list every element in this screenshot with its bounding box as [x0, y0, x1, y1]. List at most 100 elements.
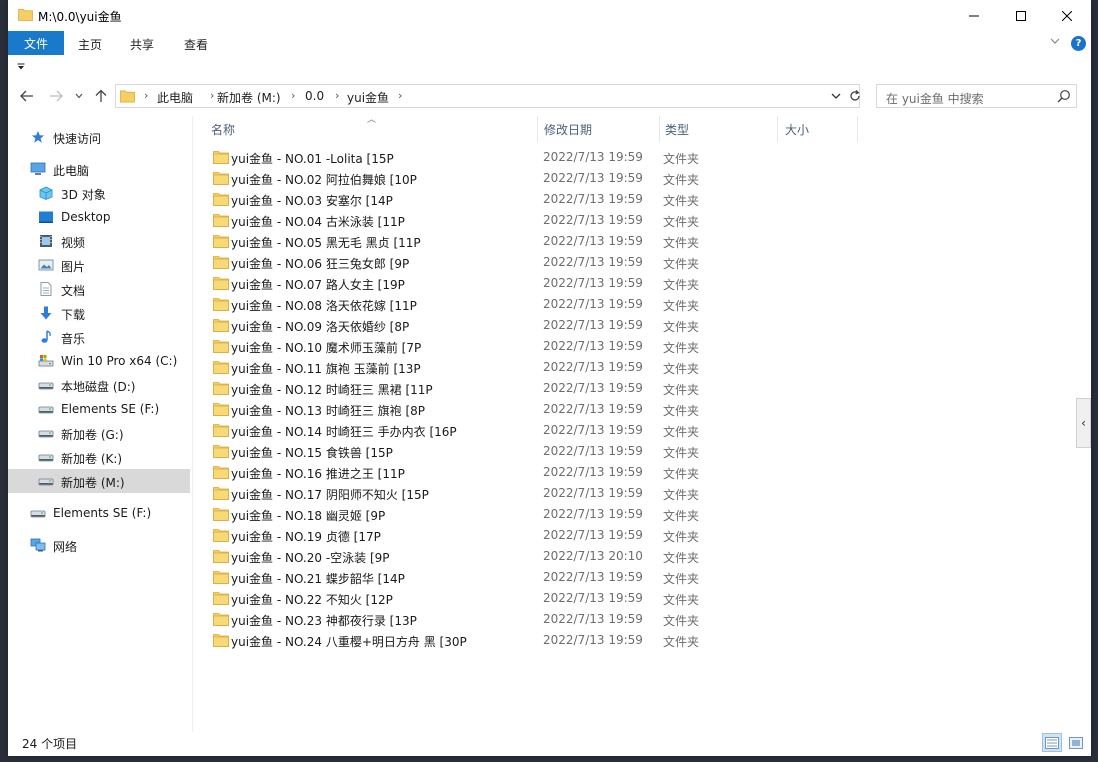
file-row[interactable]: yui金鱼 - NO.11 旗袍 玉藻前 [13P 2022/7/13 19:59…	[193, 357, 1073, 378]
sidebar-item-label: 新加卷 (M:)	[61, 476, 125, 490]
sidebar-item[interactable]: 本地磁盘 (D:)	[8, 373, 190, 397]
file-type: 文件夹	[663, 614, 700, 628]
file-row[interactable]: yui金鱼 - NO.19 贞德 [17P 2022/7/13 19:59 文件夹	[193, 525, 1073, 546]
file-row[interactable]: yui金鱼 - NO.22 不知火 [12P 2022/7/13 19:59 文件夹	[193, 588, 1073, 609]
column-divider[interactable]	[537, 116, 538, 142]
column-headers: ︿ 名称 修改日期 类型 大小	[193, 115, 1073, 142]
refresh-icon[interactable]	[849, 88, 861, 104]
file-name: yui金鱼 - NO.21 蝶步韶华 [14P	[231, 572, 405, 586]
close-button[interactable]	[1044, 0, 1090, 31]
sidebar-item[interactable]: 网络	[8, 533, 190, 557]
sidebar-item[interactable]: 新加卷 (G:)	[8, 421, 190, 445]
column-divider[interactable]	[777, 116, 778, 142]
up-button[interactable]	[93, 88, 109, 104]
file-row[interactable]: yui金鱼 - NO.10 魔术师玉藻前 [7P 2022/7/13 19:59 文…	[193, 336, 1073, 357]
folder-icon	[213, 465, 229, 479]
file-date: 2022/7/13 19:59	[543, 486, 643, 500]
sidebar-item[interactable]: Elements SE (F:)	[8, 501, 190, 525]
quick-access-toolbar-dropdown-icon[interactable]	[17, 63, 25, 71]
sidebar-item[interactable]: 3D 对象	[8, 181, 190, 205]
tab-home[interactable]: 主页	[78, 36, 102, 53]
column-divider[interactable]	[659, 116, 660, 142]
sidebar-item[interactable]: 音乐	[8, 325, 190, 349]
sidebar-item[interactable]: Win 10 Pro x64 (C:)	[8, 349, 190, 373]
sidebar-item[interactable]: 新加卷 (K:)	[8, 445, 190, 469]
file-name: yui金鱼 - NO.15 食铁兽 [15P	[231, 446, 393, 460]
file-row[interactable]: yui金鱼 - NO.16 推进之王 [11P 2022/7/13 19:59 文件…	[193, 462, 1073, 483]
file-row[interactable]: yui金鱼 - NO.13 时崎狂三 旗袍 [8P 2022/7/13 19:59…	[193, 399, 1073, 420]
file-row[interactable]: yui金鱼 - NO.18 幽灵姬 [9P 2022/7/13 19:59 文件夹	[193, 504, 1073, 525]
file-row[interactable]: yui金鱼 - NO.12 时崎狂三 黑裙 [11P 2022/7/13 19:5…	[193, 378, 1073, 399]
chevron-right-icon[interactable]: ›	[210, 89, 214, 102]
chevron-right-icon[interactable]: ›	[291, 89, 295, 102]
sidebar-item[interactable]: 图片	[8, 253, 190, 277]
file-row[interactable]: yui金鱼 - NO.15 食铁兽 [15P 2022/7/13 19:59 文件夹	[193, 441, 1073, 462]
file-row[interactable]: yui金鱼 - NO.04 古米泳装 [11P 2022/7/13 19:59 文件…	[193, 210, 1073, 231]
recent-locations-button[interactable]	[74, 88, 84, 104]
file-row[interactable]: yui金鱼 - NO.14 时崎狂三 手办内衣 [16P 2022/7/13 19…	[193, 420, 1073, 441]
chevron-right-icon[interactable]: ›	[335, 89, 339, 102]
back-button[interactable]	[19, 88, 35, 104]
breadcrumb-drive-m[interactable]: 新加卷 (M:)	[217, 89, 281, 106]
column-header-name[interactable]: 名称	[211, 121, 235, 138]
file-row[interactable]: yui金鱼 - NO.07 路人女主 [19P 2022/7/13 19:59 文件…	[193, 273, 1073, 294]
column-header-date[interactable]: 修改日期	[544, 121, 592, 138]
column-divider[interactable]	[857, 116, 858, 142]
tab-view[interactable]: 查看	[184, 36, 208, 53]
maximize-button[interactable]	[998, 0, 1044, 31]
file-row[interactable]: yui金鱼 - NO.09 洛天依婚纱 [8P 2022/7/13 19:59 文件…	[193, 315, 1073, 336]
breadcrumb-folder-0-0[interactable]: 0.0	[305, 89, 324, 103]
file-row[interactable]: yui金鱼 - NO.02 阿拉伯舞娘 [10P 2022/7/13 19:59 文…	[193, 168, 1073, 189]
file-row[interactable]: yui金鱼 - NO.06 狂三兔女郎 [9P 2022/7/13 19:59 文件…	[193, 252, 1073, 273]
file-row[interactable]: yui金鱼 - NO.17 阴阳师不知火 [15P 2022/7/13 19:59…	[193, 483, 1073, 504]
file-row[interactable]: yui金鱼 - NO.03 安塞尔 [14P 2022/7/13 19:59 文件夹	[193, 189, 1073, 210]
column-header-size[interactable]: 大小	[785, 121, 809, 138]
folder-icon	[213, 276, 229, 290]
address-history-chevron-down-icon[interactable]	[830, 89, 842, 103]
details-view-button[interactable]	[1042, 733, 1062, 752]
address-bar[interactable]: › 此电脑 › 新加卷 (M:) › 0.0 › yui金鱼 ›	[115, 84, 860, 108]
tab-file[interactable]: 文件	[8, 31, 64, 55]
sidebar-item[interactable]: 此电脑	[8, 157, 190, 181]
sidebar-item[interactable]: 下载	[8, 301, 190, 325]
minimize-button[interactable]	[951, 0, 997, 31]
file-type: 文件夹	[663, 467, 700, 481]
tab-share[interactable]: 共享	[130, 36, 154, 53]
forward-button[interactable]	[48, 88, 64, 104]
title-bar: M:\0.0\yui金鱼	[8, 0, 1091, 31]
sidebar-item[interactable]: 文档	[8, 277, 190, 301]
sidebar-item[interactable]: 视频	[8, 229, 190, 253]
large-icons-view-button[interactable]	[1066, 733, 1086, 752]
sidebar-item[interactable]: 快速访问	[8, 125, 190, 149]
help-button[interactable]: ?	[1071, 36, 1086, 51]
file-name: yui金鱼 - NO.07 路人女主 [19P	[231, 278, 405, 292]
file-row[interactable]: yui金鱼 - NO.21 蝶步韶华 [14P 2022/7/13 19:59 文件…	[193, 567, 1073, 588]
file-row[interactable]: yui金鱼 - NO.01 -Lolita [15P 2022/7/13 19:5…	[193, 147, 1073, 168]
sidebar-item-label: 图片	[61, 260, 86, 274]
column-header-type[interactable]: 类型	[665, 121, 689, 138]
sidebar-item[interactable]: Desktop	[8, 205, 190, 229]
sidebar-item[interactable]: 新加卷 (M:)	[8, 469, 190, 493]
file-name: yui金鱼 - NO.13 时崎狂三 旗袍 [8P	[231, 404, 426, 418]
file-date: 2022/7/13 19:59	[543, 528, 643, 542]
sidebar-item[interactable]: Elements SE (F:)	[8, 397, 190, 421]
sort-ascending-icon: ︿	[367, 115, 377, 125]
chevron-right-icon[interactable]: ›	[398, 89, 402, 102]
file-row[interactable]: yui金鱼 - NO.24 八重樱+明日方舟 黑 [30P 2022/7/13 1…	[193, 630, 1073, 651]
breadcrumb-current-folder[interactable]: yui金鱼	[347, 89, 389, 106]
ribbon-tabs: 文件 主页 共享 查看 ?	[8, 31, 1091, 55]
expand-ribbon-chevron-icon[interactable]	[1050, 37, 1060, 45]
folder-icon	[213, 486, 229, 500]
file-row[interactable]: yui金鱼 - NO.05 黑无毛 黑贞 [11P 2022/7/13 19:59…	[193, 231, 1073, 252]
search-icon[interactable]	[1057, 89, 1071, 103]
file-name: yui金鱼 - NO.02 阿拉伯舞娘 [10P	[231, 173, 417, 187]
folder-icon	[213, 549, 229, 563]
chevron-left-icon[interactable]: ‹	[1076, 398, 1091, 448]
search-input[interactable]: 在 yui金鱼 中搜索	[876, 84, 1077, 108]
chevron-right-icon[interactable]: ›	[144, 89, 148, 102]
breadcrumb-this-pc[interactable]: 此电脑	[157, 89, 193, 106]
drive-icon	[38, 426, 54, 440]
file-row[interactable]: yui金鱼 - NO.23 神都夜行录 [13P 2022/7/13 19:59 文…	[193, 609, 1073, 630]
file-row[interactable]: yui金鱼 - NO.20 -空泳装 [9P 2022/7/13 20:10 文件夹	[193, 546, 1073, 567]
file-row[interactable]: yui金鱼 - NO.08 洛天依花嫁 [11P 2022/7/13 19:59 文…	[193, 294, 1073, 315]
